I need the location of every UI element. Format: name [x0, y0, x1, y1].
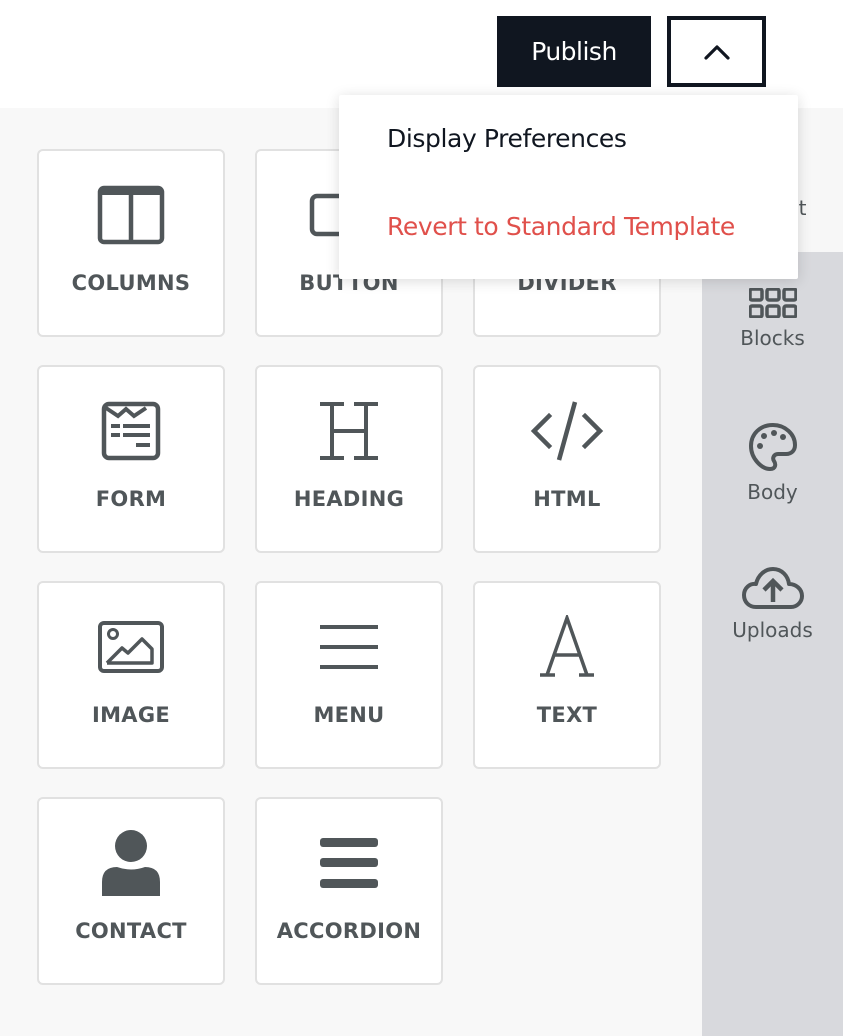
block-tile-form[interactable]: FORM: [37, 365, 225, 553]
text-icon: [540, 615, 594, 677]
block-tile-accordion[interactable]: ACCORDION: [255, 797, 443, 985]
image-icon: [98, 621, 164, 673]
sidebar-tab-label: Uploads: [732, 618, 813, 642]
block-label: TEXT: [536, 703, 598, 727]
form-icon: [101, 401, 161, 461]
block-label: IMAGE: [91, 703, 171, 727]
columns-icon: [97, 185, 165, 245]
top-header: Publish: [0, 0, 868, 108]
block-tile-html[interactable]: HTML: [473, 365, 661, 553]
block-label: ACCORDION: [276, 919, 422, 943]
sidebar-tab-uploads[interactable]: Uploads: [702, 566, 843, 642]
block-tile-contact[interactable]: CONTACT: [37, 797, 225, 985]
menu-item-display-preferences[interactable]: Display Preferences: [387, 124, 627, 153]
accordion-icon: [320, 838, 378, 888]
block-tile-text[interactable]: TEXT: [473, 581, 661, 769]
chevron-up-icon: [703, 44, 730, 60]
menu-item-revert-template[interactable]: Revert to Standard Template: [387, 212, 735, 241]
sidebar-tab-label: Blocks: [740, 326, 805, 350]
publish-button[interactable]: Publish: [497, 16, 651, 87]
block-tile-menu[interactable]: MENU: [255, 581, 443, 769]
block-tile-heading[interactable]: HEADING: [255, 365, 443, 553]
palette-icon: [748, 423, 797, 471]
block-label: FORM: [95, 487, 167, 511]
block-label: MENU: [313, 703, 385, 727]
sidebar-tab-blocks[interactable]: Blocks: [702, 288, 843, 350]
code-icon: [530, 401, 604, 461]
user-icon: [102, 830, 160, 896]
block-label: HTML: [533, 487, 601, 511]
more-options-toggle-button[interactable]: [667, 16, 766, 87]
block-label: CONTACT: [75, 919, 187, 943]
block-label: COLUMNS: [71, 271, 191, 295]
block-tile-image[interactable]: IMAGE: [37, 581, 225, 769]
block-label: HEADING: [293, 487, 405, 511]
sidebar-tab-label: Body: [747, 480, 798, 504]
block-tile-columns[interactable]: COLUMNS: [37, 149, 225, 337]
cloud-upload-icon: [741, 567, 804, 609]
heading-icon: [320, 402, 378, 460]
grid-icon: [748, 288, 797, 318]
sidebar-tab-body[interactable]: Body: [702, 422, 843, 504]
menu-icon: [320, 625, 378, 669]
options-dropdown-menu: Display Preferences Revert to Standard T…: [339, 95, 798, 279]
